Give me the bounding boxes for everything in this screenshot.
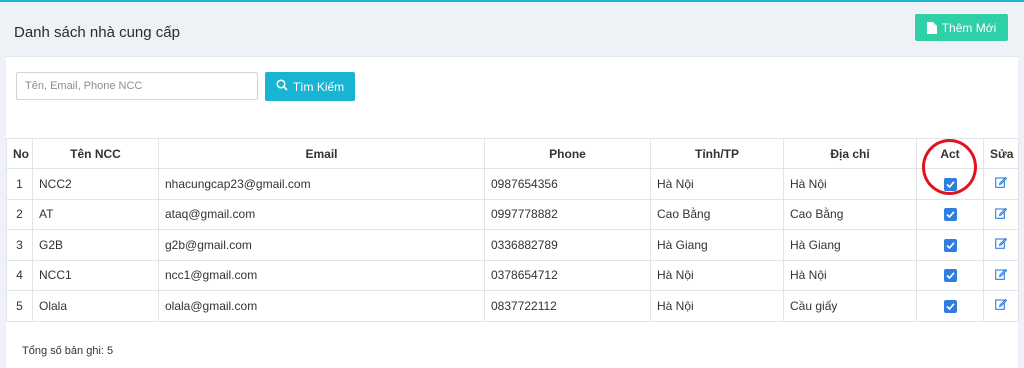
col-header-edit: Sửa [983,138,1019,169]
search-input[interactable] [16,72,258,100]
cell-email: g2b@gmail.com [158,229,485,261]
edit-icon[interactable] [995,176,1008,191]
col-header-phone: Phone [484,138,651,169]
top-accent-bar [0,0,1024,2]
table-row: 4 NCC1 ncc1@gmail.com 0378654712 Hà Nội … [6,259,1019,291]
cell-email: olala@gmail.com [158,290,485,322]
file-icon [926,21,937,34]
active-checkbox[interactable] [943,208,957,222]
search-button[interactable]: Tìm Kiếm [265,72,355,101]
active-checkbox[interactable] [943,238,957,252]
edit-icon[interactable] [995,237,1008,252]
total-records: Tổng số bản ghi: 5 [22,345,114,357]
cell-act [916,198,984,230]
cell-phone: 0378654712 [484,259,651,291]
cell-edit [983,168,1019,200]
active-checkbox[interactable] [943,269,957,283]
supplier-table: No Tên NCC Email Phone Tỉnh/TP Địa chỉ A… [6,138,1019,322]
cell-address: Cầu giấy [783,290,917,322]
cell-no: 4 [6,259,33,291]
cell-edit [983,229,1019,261]
cell-email: ncc1@gmail.com [158,259,485,291]
active-checkbox[interactable] [943,299,957,313]
cell-name: G2B [32,229,159,261]
col-header-email: Email [158,138,485,169]
cell-act [916,259,984,291]
cell-province: Cao Bằng [650,198,784,230]
cell-edit [983,290,1019,322]
cell-address: Hà Giang [783,229,917,261]
edit-icon[interactable] [995,298,1008,313]
cell-name: NCC2 [32,168,159,200]
cell-email: nhacungcap23@gmail.com [158,168,485,200]
cell-edit [983,198,1019,230]
col-header-no: No [6,138,33,169]
cell-phone: 0837722112 [484,290,651,322]
edit-icon[interactable] [995,268,1008,283]
cell-phone: 0336882789 [484,229,651,261]
cell-no: 3 [6,229,33,261]
cell-province: Hà Nội [650,168,784,200]
cell-edit [983,259,1019,291]
table-row: 3 G2B g2b@gmail.com 0336882789 Hà Giang … [6,229,1019,261]
search-button-label: Tìm Kiếm [292,79,345,94]
col-header-province: Tỉnh/TP [650,138,784,169]
cell-email: ataq@gmail.com [158,198,485,230]
search-icon [276,79,288,94]
table-header-row: No Tên NCC Email Phone Tỉnh/TP Địa chỉ A… [6,138,1019,169]
page-title: Danh sách nhà cung cấp [14,24,180,41]
add-supplier-button[interactable]: Thêm Mới [915,14,1008,41]
cell-no: 2 [6,198,33,230]
cell-province: Hà Nội [650,259,784,291]
cell-phone: 0987654356 [484,168,651,200]
cell-address: Hà Nội [783,168,917,200]
add-button-label: Thêm Mới [941,20,997,35]
cell-phone: 0997778882 [484,198,651,230]
highlight-annotation [922,139,977,195]
cell-address: Hà Nội [783,259,917,291]
col-header-name: Tên NCC [32,138,159,169]
cell-province: Hà Nội [650,290,784,322]
cell-no: 1 [6,168,33,200]
edit-icon[interactable] [995,207,1008,222]
table-row: 2 AT ataq@gmail.com 0997778882 Cao Bằng … [6,198,1019,230]
cell-name: AT [32,198,159,230]
cell-province: Hà Giang [650,229,784,261]
table-row: 1 NCC2 nhacungcap23@gmail.com 0987654356… [6,168,1019,200]
cell-name: NCC1 [32,259,159,291]
cell-name: Olala [32,290,159,322]
cell-no: 5 [6,290,33,322]
cell-act [916,290,984,322]
table-row: 5 Olala olala@gmail.com 0837722112 Hà Nộ… [6,290,1019,322]
cell-address: Cao Bằng [783,198,917,230]
col-header-address: Địa chỉ [783,138,917,169]
cell-act [916,229,984,261]
supplier-panel: Tìm Kiếm No Tên NCC Email Phone Tỉnh/TP … [6,56,1019,368]
